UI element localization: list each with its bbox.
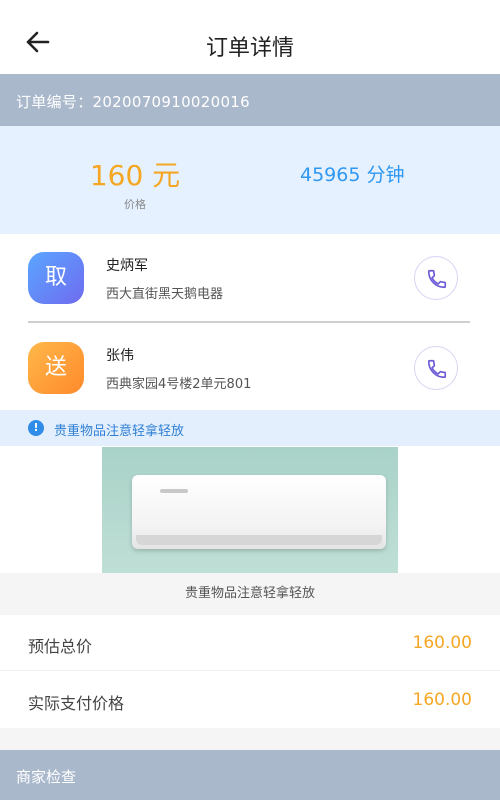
delivery-address: 西典家园4号楼2单元801	[106, 377, 252, 392]
call-pickup-button[interactable]	[414, 256, 458, 300]
price-value: 160 元	[89, 159, 181, 192]
image-caption-row: 贵重物品注意轻拿轻放	[0, 573, 500, 615]
order-number-bar: 订单编号：2020070910020016	[0, 74, 500, 126]
estimated-price-label: 预估总价	[28, 637, 93, 656]
actual-price-row: 实际支付价格 160.00	[0, 672, 500, 728]
info-icon: !	[28, 420, 44, 436]
phone-icon	[427, 359, 447, 379]
order-summary: 160 元 价格 45965 分钟	[0, 126, 500, 234]
top-bar: 订单详情	[0, 0, 500, 74]
fragile-notice-bar: ! 贵重物品注意轻拿轻放	[0, 410, 500, 446]
brand-mark	[160, 489, 188, 493]
estimated-price-row: 预估总价 160.00	[0, 615, 500, 671]
price-label: 价格	[124, 198, 146, 211]
actual-price-value: 160.00	[412, 690, 472, 710]
actual-price-label: 实际支付价格	[28, 694, 125, 713]
phone-icon	[427, 269, 447, 289]
image-caption: 贵重物品注意轻拿轻放	[184, 586, 315, 601]
section-gap	[0, 728, 500, 750]
air-vent	[136, 535, 382, 545]
notice-text: 贵重物品注意轻拿轻放	[54, 424, 185, 439]
pickup-badge: 取	[28, 252, 84, 304]
delivery-name: 张伟	[106, 348, 134, 364]
contact-divider	[28, 321, 470, 323]
delivery-contact: 送 张伟 西典家园4号楼2单元801	[0, 324, 500, 412]
pickup-name: 史炳军	[106, 258, 148, 274]
merchant-check-label: 商家检查	[16, 768, 77, 786]
pickup-address: 西大直街黑天鹅电器	[106, 287, 224, 302]
pickup-contact: 取 史炳军 西大直街黑天鹅电器	[0, 234, 500, 322]
duration-value: 45965 分钟	[300, 164, 405, 186]
price-block: 160 元 价格	[60, 154, 210, 212]
merchant-check-header: 商家检查	[0, 750, 500, 800]
page-title: 订单详情	[205, 36, 294, 61]
air-conditioner-unit	[132, 475, 386, 549]
order-number: 订单编号：2020070910020016	[16, 93, 250, 111]
delivery-badge: 送	[28, 342, 84, 394]
air-conditioner-image	[102, 447, 398, 573]
call-delivery-button[interactable]	[414, 346, 458, 390]
estimated-price-value: 160.00	[412, 633, 472, 653]
